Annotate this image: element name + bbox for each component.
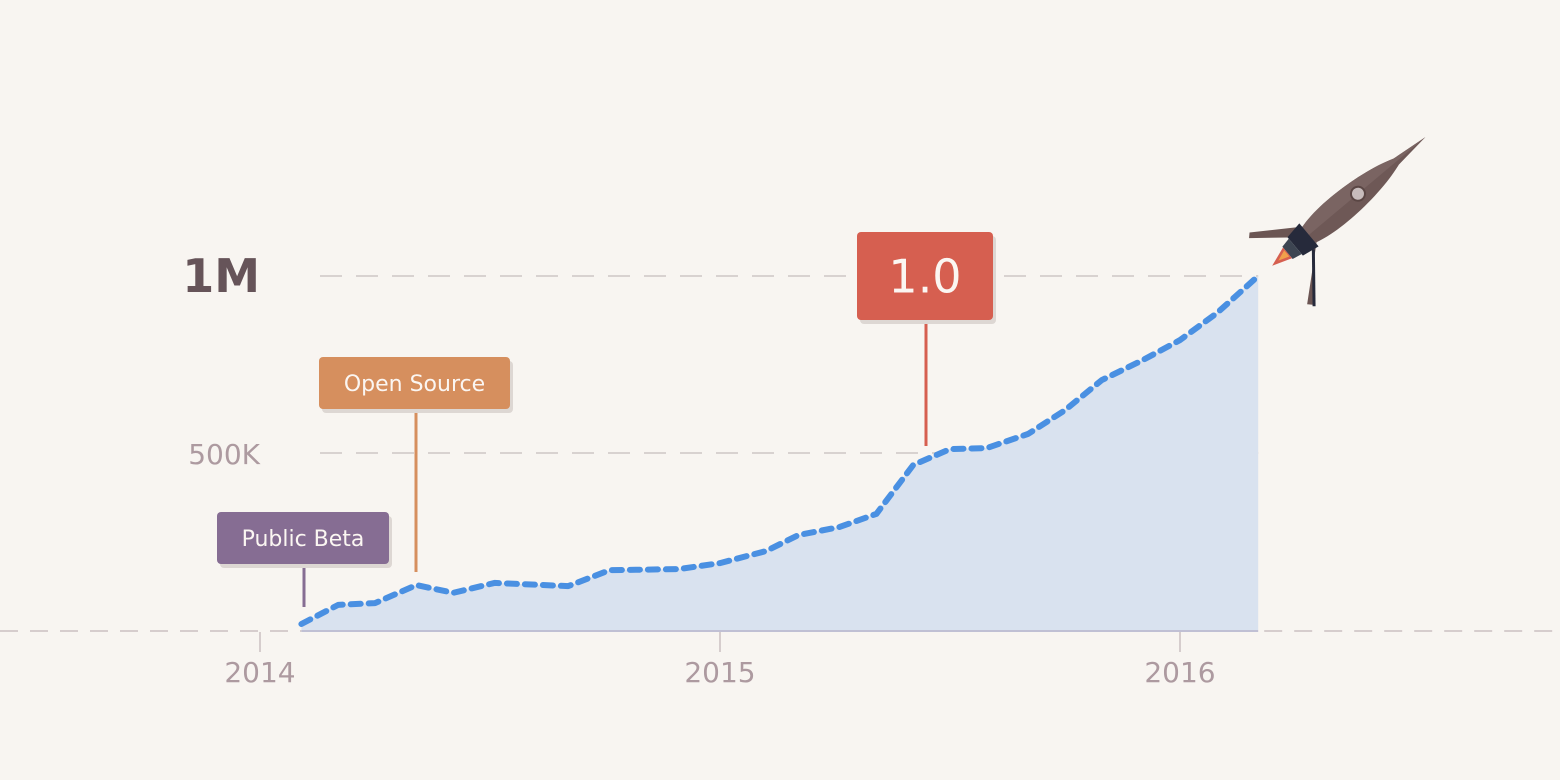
callout-label: Open Source: [344, 372, 485, 397]
callout-label: Public Beta: [242, 527, 365, 552]
callout-label: 1.0: [888, 250, 961, 304]
callout-1-0: 1.0: [857, 232, 996, 446]
x-tick-label: 2016: [1144, 656, 1215, 689]
x-tick-label: 2014: [224, 656, 295, 689]
growth-chart: 2014 2015 2016 500K 1M Public Beta Open Sour…: [0, 137, 1560, 689]
rocket-icon: [1249, 137, 1426, 307]
y-axis-label: 500K: [188, 438, 260, 471]
x-axis-ticks: 2014 2015 2016: [224, 632, 1216, 689]
y-axis-labels: 500K 1M: [182, 249, 260, 471]
callout-public-beta: Public Beta: [217, 512, 392, 607]
x-tick-label: 2015: [684, 656, 755, 689]
y-axis-label: 1M: [182, 249, 260, 303]
